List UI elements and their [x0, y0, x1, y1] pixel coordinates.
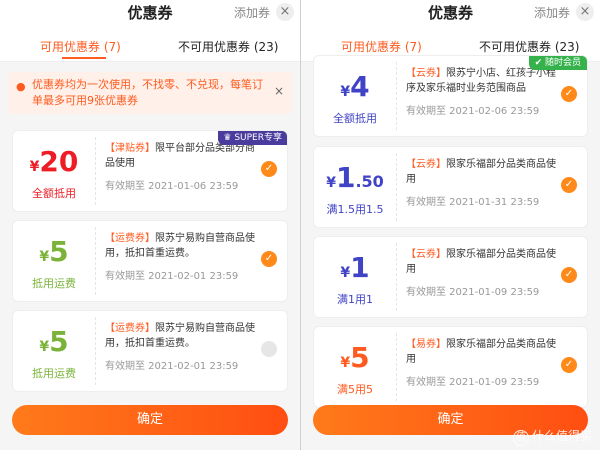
- coupon-expiry: 有效期至 2021-01-06 23:59: [105, 181, 239, 192]
- coupon-amount: ¥1: [340, 251, 370, 284]
- notice-text: 优惠券均为一次使用，不找零、不兑现，每笔订单最多可用9张优惠券: [32, 78, 263, 107]
- coupon-value: ¥5 满5用5: [314, 327, 396, 407]
- coupon-description: 【易券】限家乐福部分品类商品使用: [406, 339, 556, 365]
- coupon-expiry: 有效期至 2021-02-01 23:59: [105, 271, 239, 282]
- tab-unavailable[interactable]: 不可用优惠券 (23): [479, 38, 579, 55]
- check-icon[interactable]: ✓: [261, 161, 277, 177]
- coupon-divider: [95, 227, 96, 295]
- coupon-details: 【运费券】限苏宁易购自营商品使用，抵扣首重运费。 有效期至 2021-02-01…: [105, 321, 257, 372]
- coupon-value: ¥1.50 满1.5用1.5: [314, 147, 396, 227]
- check-icon[interactable]: ✓: [561, 357, 577, 373]
- coupon-expiry: 有效期至 2021-01-09 23:59: [406, 287, 540, 298]
- check-icon[interactable]: ✓: [561, 177, 577, 193]
- unchecked-circle-icon[interactable]: [261, 341, 277, 357]
- coupon-tabs: 可用优惠券 (7) 不可用优惠券 (23): [0, 28, 300, 62]
- coupon-condition: 满5用5: [337, 383, 373, 396]
- coupon-condition: 全额抵用: [333, 112, 377, 125]
- coupon-expiry: 有效期至 2021-01-31 23:59: [406, 197, 540, 208]
- coupon-card[interactable]: ¥20 全额抵用 【津贴券】限平台部分品类部分商品使用 有效期至 2021-01…: [12, 130, 288, 212]
- add-coupon-button[interactable]: 添加券: [234, 4, 270, 21]
- check-icon[interactable]: ✓: [561, 267, 577, 283]
- coupon-card[interactable]: ¥5 满5用5 【易券】限家乐福部分品类商品使用 有效期至 2021-01-09…: [313, 326, 588, 408]
- close-icon[interactable]: ×: [576, 3, 594, 21]
- watermark: 值什么值得买: [512, 427, 592, 446]
- coupon-details: 【云券】限苏宁小店、红孩子小程序及家乐福时业务范围商品 有效期至 2021-02…: [406, 66, 557, 117]
- check-icon[interactable]: ✓: [561, 86, 577, 102]
- check-icon[interactable]: ✓: [261, 251, 277, 267]
- coupon-card[interactable]: ¥1 满1用1 【云券】限家乐福部分品类商品使用 有效期至 2021-01-09…: [313, 236, 588, 318]
- coupon-value: ¥20 全额抵用: [13, 131, 95, 211]
- coupon-amount: ¥4: [340, 70, 370, 103]
- coupon-details: 【云券】限家乐福部分品类商品使用 有效期至 2021-01-09 23:59: [406, 247, 557, 298]
- coupon-value: ¥5 抵用运费: [13, 221, 95, 301]
- notice-close-icon[interactable]: ×: [274, 84, 284, 98]
- coupon-divider: [396, 62, 397, 130]
- header: 优惠券 添加券 ×: [301, 0, 600, 28]
- coupon-divider: [95, 317, 96, 385]
- coupon-value: ¥1 满1用1: [314, 237, 396, 317]
- coupon-description: 【云券】限家乐福部分品类商品使用: [406, 249, 556, 275]
- coupon-panel-left: 优惠券 添加券 × 可用优惠券 (7) 不可用优惠券 (23) ● 优惠券均为一…: [0, 0, 300, 450]
- coupon-details: 【运费券】限苏宁易购自营商品使用，抵扣首重运费。 有效期至 2021-02-01…: [105, 231, 257, 282]
- coupon-value: ¥4 全额抵用: [314, 56, 396, 136]
- coupon-divider: [396, 243, 397, 311]
- coupon-description: 【运费券】限苏宁易购自营商品使用，抵扣首重运费。: [105, 233, 255, 259]
- tab-unavailable[interactable]: 不可用优惠券 (23): [178, 38, 278, 55]
- coupon-description: 【云券】限苏宁小店、红孩子小程序及家乐福时业务范围商品: [406, 68, 556, 94]
- coupon-amount: ¥5: [39, 325, 69, 358]
- coupon-description: 【云券】限家乐福部分品类商品使用: [406, 159, 556, 185]
- coupon-divider: [95, 137, 96, 205]
- header: 优惠券 添加券 ×: [0, 0, 300, 28]
- check-badge-icon: ✔: [534, 58, 543, 68]
- coupon-details: 【津贴券】限平台部分品类部分商品使用 有效期至 2021-01-06 23:59: [105, 141, 257, 192]
- coupon-divider: [396, 153, 397, 221]
- coupon-value: ¥5 抵用运费: [13, 311, 95, 391]
- bell-icon: ●: [16, 80, 26, 93]
- coupon-amount: ¥20: [29, 145, 79, 178]
- coupon-condition: 抵用运费: [32, 367, 76, 380]
- coupon-expiry: 有效期至 2021-02-01 23:59: [105, 361, 239, 372]
- coupon-expiry: 有效期至 2021-01-09 23:59: [406, 377, 540, 388]
- confirm-button[interactable]: 确定: [12, 405, 288, 435]
- coupon-panel-right: 优惠券 添加券 × 可用优惠券 (7) 不可用优惠券 (23) ¥4 全额抵用 …: [300, 0, 600, 450]
- coupon-card[interactable]: ¥4 全额抵用 【云券】限苏宁小店、红孩子小程序及家乐福时业务范围商品 有效期至…: [313, 55, 588, 137]
- coupon-amount: ¥5: [340, 341, 370, 374]
- coupon-condition: 全额抵用: [32, 187, 76, 200]
- add-coupon-button[interactable]: 添加券: [534, 4, 570, 21]
- coupon-details: 【云券】限家乐福部分品类商品使用 有效期至 2021-01-31 23:59: [406, 157, 557, 208]
- coupon-amount: ¥5: [39, 235, 69, 268]
- coupon-divider: [396, 333, 397, 401]
- smzdm-logo-icon: 值: [512, 430, 529, 446]
- notice-banner: ● 优惠券均为一次使用，不找零、不兑现，每笔订单最多可用9张优惠券 ×: [8, 72, 292, 114]
- coupon-description: 【运费券】限苏宁易购自营商品使用，抵扣首重运费。: [105, 323, 255, 349]
- coupon-condition: 抵用运费: [32, 277, 76, 290]
- super-badge: ♛ SUPER专享: [218, 131, 287, 145]
- coupon-description: 【津贴券】限平台部分品类部分商品使用: [105, 143, 255, 169]
- coupon-card[interactable]: ¥5 抵用运费 【运费券】限苏宁易购自营商品使用，抵扣首重运费。 有效期至 20…: [12, 310, 288, 392]
- coupon-details: 【易券】限家乐福部分品类商品使用 有效期至 2021-01-09 23:59: [406, 337, 557, 388]
- coupon-condition: 满1用1: [337, 293, 373, 306]
- coupon-card[interactable]: ¥5 抵用运费 【运费券】限苏宁易购自营商品使用，抵扣首重运费。 有效期至 20…: [12, 220, 288, 302]
- close-icon[interactable]: ×: [276, 3, 294, 21]
- coupon-card[interactable]: ¥1.50 满1.5用1.5 【云券】限家乐福部分品类商品使用 有效期至 202…: [313, 146, 588, 228]
- tab-available[interactable]: 可用优惠券 (7): [40, 38, 121, 55]
- tab-available[interactable]: 可用优惠券 (7): [341, 38, 422, 55]
- crown-icon: ♛: [223, 133, 232, 143]
- coupon-condition: 满1.5用1.5: [326, 203, 384, 216]
- member-badge: ✔ 随时会员: [528, 56, 587, 70]
- coupon-amount: ¥1.50: [326, 161, 384, 194]
- coupon-expiry: 有效期至 2021-02-06 23:59: [406, 106, 540, 117]
- tab-active-indicator: [62, 57, 106, 59]
